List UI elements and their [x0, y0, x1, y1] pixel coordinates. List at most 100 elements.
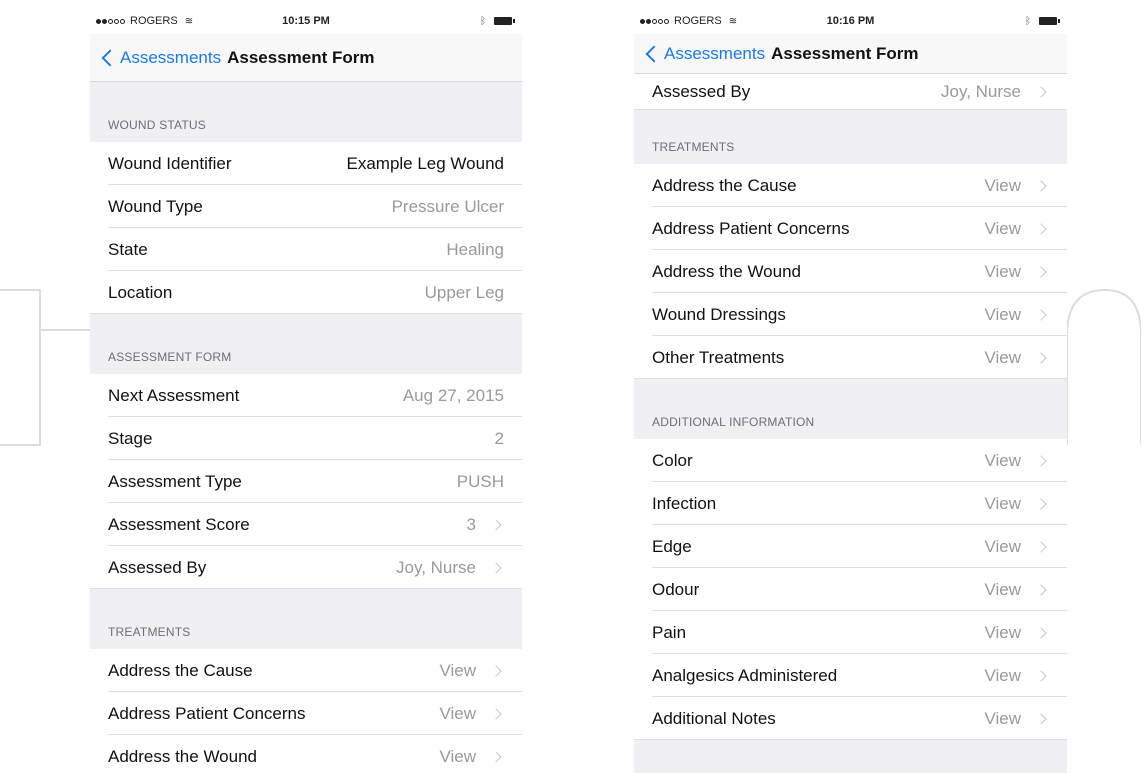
signal-strength-icon: [96, 18, 125, 24]
row-label: Address Patient Concerns: [652, 218, 850, 238]
row-label: State: [108, 239, 148, 259]
row-edge[interactable]: Edge View: [634, 525, 1067, 568]
row-wound-identifier[interactable]: Wound Identifier Example Leg Wound: [90, 142, 522, 185]
row-label: Wound Identifier: [108, 153, 232, 173]
row-value: View: [984, 175, 1021, 195]
row-label: Assessed By: [108, 557, 207, 577]
status-time: 10:15 PM: [282, 15, 330, 27]
back-button-label: Assessments: [120, 47, 222, 67]
section-header-assessment-form: ASSESSMENT FORM: [90, 314, 522, 374]
row-value: PUSH: [456, 471, 504, 491]
row-label: Location: [108, 282, 173, 302]
row-color[interactable]: Color View: [634, 439, 1067, 482]
row-label: Additional Notes: [652, 708, 776, 728]
row-label: Other Treatments: [652, 347, 785, 367]
row-value: View: [984, 665, 1021, 685]
row-pain[interactable]: Pain View: [634, 611, 1067, 654]
row-other-treatments[interactable]: Other Treatments View: [634, 336, 1067, 379]
row-value: View: [984, 708, 1021, 728]
left-phone-screen: ROGERS ≋ 10:15 PM ᛒ Assessments Assessme…: [90, 8, 522, 773]
carrier-signal: ROGERS ≋: [640, 15, 737, 27]
right-phone-screen: ROGERS ≋ 10:16 PM ᛒ Assessments Assessme…: [634, 8, 1067, 773]
row-analgesics-administered[interactable]: Analgesics Administered View: [634, 654, 1067, 697]
row-wound-type[interactable]: Wound Type Pressure Ulcer: [90, 185, 522, 228]
status-bar: ROGERS ≋ 10:16 PM ᛒ: [634, 8, 1067, 34]
row-assessment-type[interactable]: Assessment Type PUSH: [90, 460, 522, 503]
battery-icon: [1039, 17, 1060, 25]
back-button[interactable]: Assessments: [644, 44, 765, 64]
row-value: View: [439, 703, 476, 723]
battery-icon: [494, 17, 515, 25]
disclosure-chevron-icon: [490, 518, 502, 531]
row-label: Pain: [652, 622, 687, 642]
back-button[interactable]: Assessments: [100, 48, 221, 68]
row-address-the-wound[interactable]: Address the Wound View: [634, 250, 1067, 293]
row-label: Assessed By: [652, 82, 751, 101]
row-address-the-cause[interactable]: Address the Cause View: [90, 649, 522, 692]
disclosure-chevron-icon: [1035, 179, 1047, 192]
disclosure-chevron-icon: [1035, 265, 1047, 278]
back-chevron-icon: [645, 45, 663, 62]
row-value: Joy, Nurse: [396, 557, 476, 577]
bluetooth-icon: ᛒ: [1025, 15, 1031, 27]
row-additional-notes[interactable]: Additional Notes View: [634, 697, 1067, 740]
row-value: View: [984, 622, 1021, 642]
row-label: Analgesics Administered: [652, 665, 838, 685]
row-value: Upper Leg: [424, 282, 504, 302]
row-value: Healing: [446, 239, 504, 259]
row-stage[interactable]: Stage 2: [90, 417, 522, 460]
row-label: Assessment Type: [108, 471, 242, 491]
row-location[interactable]: Location Upper Leg: [90, 271, 522, 314]
row-label: Wound Type: [108, 196, 203, 216]
page-title: Assessment Form: [227, 47, 375, 67]
row-label: Odour: [652, 579, 700, 599]
row-value: View: [984, 579, 1021, 599]
section-header-treatments: TREATMENTS: [90, 589, 522, 649]
navigation-bar: Assessments Assessment Form: [634, 34, 1067, 74]
carrier-name: ROGERS: [130, 15, 178, 27]
back-chevron-icon: [101, 49, 119, 66]
row-label: Infection: [652, 493, 717, 513]
row-label: Address Patient Concerns: [108, 703, 306, 723]
row-assessed-by[interactable]: Assessed By Joy, Nurse: [90, 546, 522, 589]
row-state[interactable]: State Healing: [90, 228, 522, 271]
row-value: View: [984, 218, 1021, 238]
row-assessment-score[interactable]: Assessment Score 3: [90, 503, 522, 546]
row-value: 2: [494, 428, 504, 448]
row-value: View: [439, 746, 476, 766]
row-next-assessment[interactable]: Next Assessment Aug 27, 2015: [90, 374, 522, 417]
disclosure-chevron-icon: [490, 664, 502, 677]
row-value: View: [439, 660, 476, 680]
disclosure-chevron-icon: [490, 707, 502, 720]
row-value: View: [984, 347, 1021, 367]
row-value: View: [984, 493, 1021, 513]
row-wound-dressings[interactable]: Wound Dressings View: [634, 293, 1067, 336]
row-odour[interactable]: Odour View: [634, 568, 1067, 611]
row-label: Address the Cause: [108, 660, 253, 680]
disclosure-chevron-icon: [1035, 454, 1047, 467]
disclosure-chevron-icon: [1035, 712, 1047, 725]
section-header-additional-information: ADDITIONAL INFORMATION: [634, 379, 1067, 439]
disclosure-chevron-icon: [490, 561, 502, 574]
carrier-name: ROGERS: [674, 15, 722, 27]
disclosure-chevron-icon: [1035, 583, 1047, 596]
row-address-the-wound[interactable]: Address the Wound View: [90, 735, 522, 773]
row-address-the-cause[interactable]: Address the Cause View: [634, 164, 1067, 207]
section-header-wound-status: WOUND STATUS: [90, 82, 522, 142]
row-label: Edge: [652, 536, 692, 556]
row-label: Address the Wound: [652, 261, 801, 281]
page-title: Assessment Form: [771, 43, 919, 63]
disclosure-chevron-icon: [1035, 626, 1047, 639]
row-address-patient-concerns[interactable]: Address Patient Concerns View: [90, 692, 522, 735]
carrier-signal: ROGERS ≋: [96, 15, 193, 27]
wifi-icon: ≋: [184, 15, 194, 27]
disclosure-chevron-icon: [1035, 669, 1047, 682]
row-address-patient-concerns[interactable]: Address Patient Concerns View: [634, 207, 1067, 250]
row-label: Assessment Score: [108, 514, 250, 534]
row-infection[interactable]: Infection View: [634, 482, 1067, 525]
row-assessed-by[interactable]: Assessed By Joy, Nurse: [634, 74, 1067, 110]
row-label: Wound Dressings: [652, 304, 786, 324]
status-time: 10:16 PM: [826, 15, 875, 27]
row-label: Address the Wound: [108, 746, 257, 766]
row-label: Stage: [108, 428, 153, 448]
